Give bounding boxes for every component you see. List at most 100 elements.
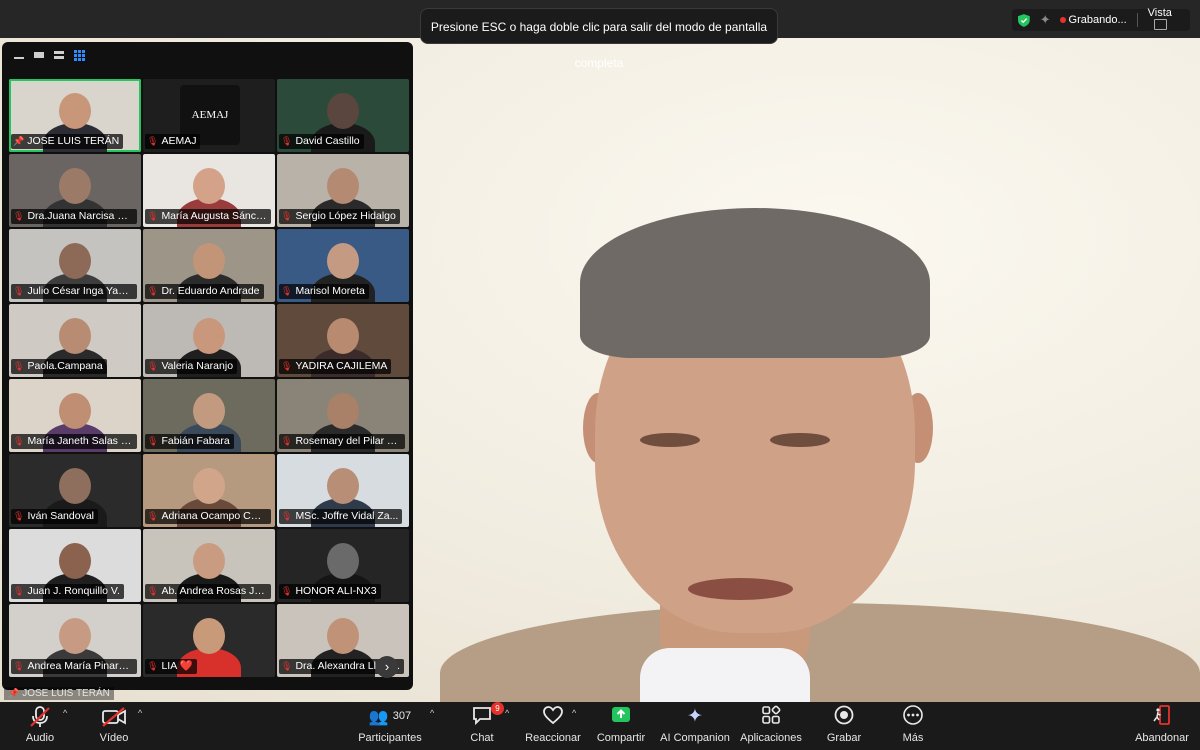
- participant-tile[interactable]: 🎙 MSc. Joffre Vidal Za...: [277, 454, 409, 527]
- mic-muted-icon: 🎙: [13, 211, 25, 221]
- participant-head: [59, 168, 91, 204]
- mic-muted-icon: 🎙: [13, 586, 25, 596]
- participants-count: 307: [392, 710, 412, 722]
- mic-muted-icon: 🎙: [281, 511, 293, 521]
- chat-options-caret-icon[interactable]: ^: [505, 708, 509, 718]
- participant-name-tag: 🎙 María Augusta Sánch...: [145, 209, 271, 224]
- gallery-panel: 📌 JOSE LUIS TERÁN AEMAJ 🎙 AEMAJ 🎙 David Castil…: [2, 42, 413, 690]
- record-label: Grabar: [826, 732, 862, 744]
- participant-name: María Janeth Salas S...: [27, 435, 137, 447]
- audio-label: Audio: [25, 732, 55, 744]
- gallery-view-icon[interactable]: [74, 50, 85, 61]
- view-button[interactable]: Vista: [1148, 7, 1190, 33]
- video-options-caret-icon[interactable]: ^: [138, 708, 142, 718]
- video-button[interactable]: Vídeo: [94, 704, 134, 744]
- participant-tile[interactable]: 🎙 María Janeth Salas S...: [9, 379, 141, 452]
- participant-name-tag: 🎙 David Castillo: [279, 134, 364, 149]
- mic-muted-icon: 🎙: [147, 211, 159, 221]
- participant-tile[interactable]: 🎙 María Augusta Sánch...: [143, 154, 275, 227]
- participant-name-tag: 🎙 Rosemary del Pilar Te...: [279, 434, 405, 449]
- participant-name: David Castillo: [295, 135, 360, 147]
- participant-tile[interactable]: AEMAJ 🎙 AEMAJ: [143, 79, 275, 152]
- participant-name: Rosemary del Pilar Te...: [295, 435, 405, 447]
- participant-tiles: 📌 JOSE LUIS TERÁN AEMAJ 🎙 AEMAJ 🎙 David Castil…: [9, 79, 411, 677]
- more-button[interactable]: Más: [896, 704, 930, 744]
- apps-button[interactable]: Aplicaciones: [740, 704, 802, 744]
- mic-muted-icon: 🎙: [13, 286, 25, 296]
- audio-options-caret-icon[interactable]: ^: [63, 708, 67, 718]
- participant-head: [59, 243, 91, 279]
- participant-name-tag: 🎙 María Janeth Salas S...: [11, 434, 137, 449]
- participant-tile[interactable]: 🎙 Sergio López Hidalgo: [277, 154, 409, 227]
- chat-button[interactable]: 9 Chat: [466, 702, 504, 744]
- participant-tile[interactable]: 🎙 Paola.Campana: [9, 304, 141, 377]
- participant-head: [193, 168, 225, 204]
- participant-tile[interactable]: 🎙 Adriana Ocampo Carbo: [143, 454, 275, 527]
- mic-muted-icon: 🎙: [281, 361, 293, 371]
- strip-view-icon[interactable]: [54, 51, 64, 59]
- participant-tile[interactable]: 🎙 Fabián Fabara: [143, 379, 275, 452]
- encryption-shield-icon[interactable]: [1018, 13, 1030, 27]
- participant-name: Sergio López Hidalgo: [295, 210, 396, 222]
- leave-button[interactable]: Abandonar: [1134, 704, 1190, 744]
- participant-name: Fabián Fabara: [161, 435, 230, 447]
- participant-name: HONOR ALI-NX3: [295, 585, 377, 597]
- participant-tile[interactable]: 🎙 Andrea María Pinargo...: [9, 604, 141, 677]
- participant-name-tag: 🎙 Marisol Moreta: [279, 284, 369, 299]
- share-button[interactable]: Compartir: [594, 704, 648, 744]
- participant-tile[interactable]: 🎙 Dra.Juana Narcisa Pa...: [9, 154, 141, 227]
- record-button[interactable]: Grabar: [824, 704, 864, 744]
- participant-tile[interactable]: 🎙 Marisol Moreta: [277, 229, 409, 302]
- fullscreen-hint: Presione ESC o haga doble clic para sali…: [420, 8, 778, 70]
- participant-name-tag: 🎙 Ab. Andrea Rosas Ju...: [145, 584, 271, 599]
- mic-muted-icon: 🎙: [281, 136, 293, 146]
- ai-sparkle-icon[interactable]: ✦: [1040, 12, 1051, 28]
- participant-tile[interactable]: 🎙 HONOR ALI-NX3: [277, 529, 409, 602]
- participant-head: [59, 393, 91, 429]
- participant-tile[interactable]: 📌 JOSE LUIS TERÁN: [9, 79, 141, 152]
- participant-tile[interactable]: 🎙 Ab. Andrea Rosas Ju...: [143, 529, 275, 602]
- audio-button[interactable]: Audio: [18, 704, 62, 744]
- mic-muted-icon: 🎙: [281, 661, 293, 671]
- react-options-caret-icon[interactable]: ^: [572, 708, 576, 718]
- more-icon: [903, 705, 923, 725]
- participants-button[interactable]: 👥 307 Participantes: [355, 704, 425, 744]
- participant-name: Julio César Inga Yanza: [27, 285, 136, 297]
- ai-companion-label: AI Companion: [660, 732, 730, 744]
- participant-tile[interactable]: 🎙 YADIRA CAJILEMA: [277, 304, 409, 377]
- participant-head: [59, 93, 91, 129]
- participant-name: LIA ❤️: [161, 660, 193, 672]
- minimize-icon[interactable]: [14, 57, 24, 59]
- participant-tile[interactable]: 🎙 Rosemary del Pilar Te...: [277, 379, 409, 452]
- participant-head: [327, 243, 359, 279]
- participant-tile[interactable]: 🎙 Julio César Inga Yanza: [9, 229, 141, 302]
- ai-companion-button[interactable]: ✦ AI Companion: [658, 704, 732, 744]
- participant-tile[interactable]: 🎙 Valeria Naranjo: [143, 304, 275, 377]
- participant-name: Paola.Campana: [27, 360, 103, 372]
- status-pill: ✦ Grabando... Vista: [1012, 7, 1190, 33]
- participant-name-tag: 🎙 Adriana Ocampo Carbo: [145, 509, 271, 524]
- participant-name: Marisol Moreta: [295, 285, 365, 297]
- share-screen-icon: [612, 707, 630, 722]
- leave-door-icon: [1153, 705, 1170, 725]
- participant-tile[interactable]: 🎙 David Castillo: [277, 79, 409, 152]
- mic-muted-icon: 🎙: [281, 586, 293, 596]
- next-page-icon[interactable]: ›: [376, 656, 398, 678]
- apps-label: Aplicaciones: [740, 732, 802, 744]
- participant-name-tag: 🎙 MSc. Joffre Vidal Za...: [279, 509, 403, 524]
- speaker-view-icon[interactable]: [34, 52, 44, 58]
- record-icon: [834, 705, 854, 725]
- recording-label[interactable]: Grabando...: [1069, 14, 1127, 26]
- mic-muted-icon: 🎙: [147, 586, 159, 596]
- share-label: Compartir: [596, 732, 646, 744]
- participants-options-caret-icon[interactable]: ^: [430, 708, 434, 718]
- participant-tile[interactable]: 🎙 LIA ❤️: [143, 604, 275, 677]
- mic-muted-icon: 🎙: [147, 511, 159, 521]
- participant-tile[interactable]: 🎙 Iván Sandoval: [9, 454, 141, 527]
- participant-head: [327, 93, 359, 129]
- participant-tile[interactable]: 🎙 Juan J. Ronquillo V.: [9, 529, 141, 602]
- participant-tile[interactable]: 🎙 Dr. Eduardo Andrade: [143, 229, 275, 302]
- participant-name: Adriana Ocampo Carbo: [161, 510, 271, 522]
- mic-muted-icon: 🎙: [13, 661, 25, 671]
- participant-name: Valeria Naranjo: [161, 360, 234, 372]
